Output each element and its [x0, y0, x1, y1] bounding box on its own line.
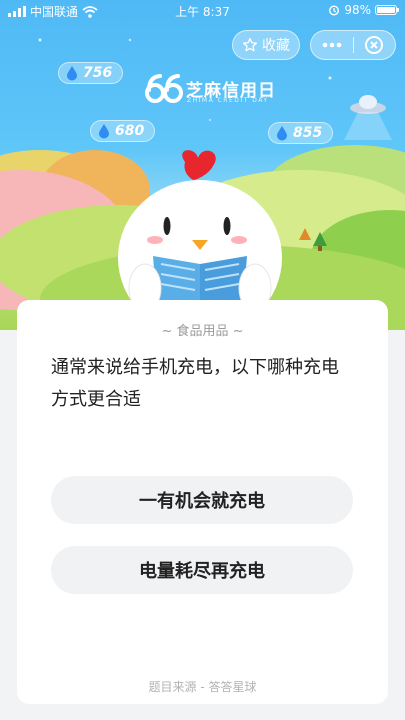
score-value: 756: [83, 65, 113, 81]
score-value: 680: [115, 123, 145, 139]
star-icon: [243, 38, 257, 52]
logo-subtitle: ZHIMA CREDIT DAY: [187, 97, 269, 104]
water-drop-icon: [277, 126, 287, 141]
collect-button[interactable]: 收藏: [232, 30, 300, 60]
more-dots-icon: [322, 42, 342, 48]
battery-icon: [375, 5, 399, 15]
question-category: ~ 食品用品 ~: [161, 324, 244, 339]
alarm-icon: [329, 5, 340, 16]
battery-level: [377, 7, 395, 13]
score-value: 855: [293, 125, 323, 141]
question-source: 题目来源 - 答答星球: [148, 680, 257, 694]
answer-option-label: 电量耗尽再充电: [139, 561, 265, 582]
logo-66-icon: [145, 74, 183, 103]
water-drop-icon: [99, 124, 109, 139]
score-bubble[interactable]: 855: [268, 122, 334, 144]
answer-option-1[interactable]: 一有机会就充电: [51, 476, 353, 524]
answer-option-2[interactable]: 电量耗尽再充电: [51, 546, 353, 594]
score-bubble[interactable]: 680: [90, 120, 156, 142]
more-button[interactable]: [311, 31, 353, 59]
collect-label: 收藏: [262, 38, 290, 54]
question-card: ~ 食品用品 ~ 通常来说给手机充电，以下哪种充电方式更合适 一有机会就充电 电…: [17, 300, 388, 704]
hero-banner: 中国联通 上午 8:37 98% 收藏 芝麻信用日 ZHIMA CREDIT D…: [0, 0, 405, 330]
close-button[interactable]: [353, 31, 395, 59]
status-bar: 中国联通 上午 8:37 98%: [0, 0, 405, 22]
zhima-credit-day-logo: 芝麻信用日 ZHIMA CREDIT DAY: [140, 70, 280, 110]
close-circle-icon: [365, 36, 384, 54]
answer-option-label: 一有机会就充电: [139, 491, 265, 512]
score-bubble[interactable]: 756: [58, 62, 124, 84]
miniprogram-capsule: [310, 30, 396, 60]
water-drop-icon: [67, 66, 77, 81]
question-text: 通常来说给手机充电，以下哪种充电方式更合适: [51, 357, 339, 410]
battery-percent: 98%: [344, 3, 371, 17]
